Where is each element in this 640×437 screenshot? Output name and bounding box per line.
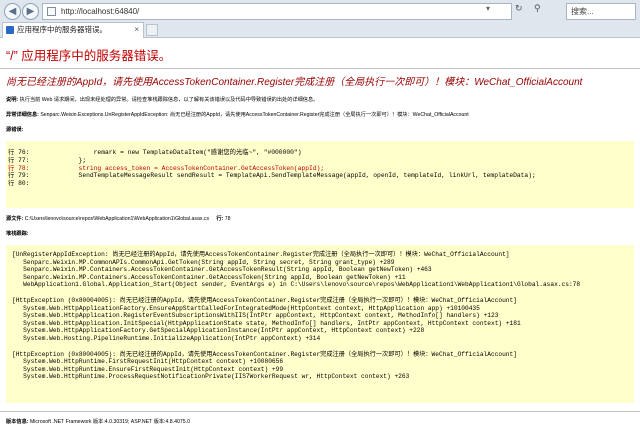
address-text: http://localhost:64840/ [61, 7, 140, 16]
search-placeholder: 搜索... [571, 7, 594, 16]
exception-label: 异常详细信息: [6, 112, 39, 118]
page-title: “/” 应用程序中的服务器错误。 [6, 49, 172, 63]
source-error-label: 源错误: [6, 127, 24, 133]
stack-line: [HttpException (0x80004005): 尚无已经注册的AppI… [12, 350, 517, 358]
stack-line: Senparc.Weixin.MP.Containers.AccessToken… [12, 266, 432, 274]
line-number: 78 [224, 216, 231, 222]
stack-line: System.Web.HttpApplication.InitSpecial(H… [12, 319, 521, 327]
exception-text: Senparc.Weixin.Exceptions.UnRegisterAppI… [40, 112, 469, 118]
stack-line: System.Web.HttpRuntime.EnsureFirstReques… [12, 365, 284, 373]
stack-line: System.Web.HttpRuntime.FirstRequestInit(… [12, 358, 284, 366]
exception-details: 异常详细信息: Senparc.Weixin.Exceptions.UnRegi… [6, 112, 634, 119]
stack-trace-block: [UnRegisterAppIdException: 尚无已经注册的AppId，… [6, 245, 634, 403]
browser-chrome: ◀ ▶ http://localhost:64840/ ▾ ↻ ⚲ 搜索... … [0, 0, 640, 38]
stack-gap [12, 343, 628, 351]
stack-line: Senparc.Weixin.MP.CommonAPIs.CommonApi.G… [12, 258, 395, 266]
forward-arrow-icon[interactable]: ▶ [22, 3, 39, 20]
version-label: 版本信息: [6, 419, 29, 425]
page-icon [47, 7, 56, 16]
new-tab-button[interactable] [146, 24, 158, 36]
back-arrow-icon[interactable]: ◀ [4, 3, 21, 20]
source-file-path: C:\Users\lenovo\source\repos\WebApplicat… [24, 216, 210, 222]
search-icon[interactable]: ⚲ [534, 4, 541, 14]
code-line: 行 79: SendTemplateMessageResult sendResu… [8, 172, 536, 180]
stack-line: System.Web.HttpApplication.RegisterEvent… [12, 312, 499, 320]
refresh-icon[interactable]: ↻ [515, 4, 523, 14]
stack-line: [HttpException (0x80004005): 尚无已经注册的AppI… [12, 296, 517, 304]
address-bar[interactable]: http://localhost:64840/ [42, 3, 512, 20]
title-divider [0, 68, 640, 69]
search-input[interactable]: 搜索... [566, 3, 636, 20]
source-file-info: 源文件: C:\Users\lenovo\source\repos\WebApp… [6, 216, 634, 223]
description-label: 说明: [6, 97, 19, 103]
page-content: “/” 应用程序中的服务器错误。 尚无已经注册的AppId，请先使用Access… [0, 39, 640, 426]
source-code-block: 行 76: remark = new TemplateDataItem("感谢您… [6, 141, 634, 208]
stack-line: [UnRegisterAppIdException: 尚无已经注册的AppId，… [12, 251, 510, 258]
stack-line: WebApplication1.Global.Application_Start… [12, 281, 581, 289]
stack-trace-section: 堆栈跟踪: [6, 231, 634, 238]
stack-gap [12, 289, 628, 297]
stack-line: Senparc.Weixin.MP.Containers.AccessToken… [12, 273, 406, 281]
stack-line: System.Web.HttpApplicationFactory.GetSpe… [12, 327, 425, 335]
code-line: 行 76: remark = new TemplateDataItem("感谢您… [8, 149, 302, 156]
line-label: 行: [216, 216, 224, 222]
address-dropdown-icon[interactable]: ▾ [486, 4, 490, 13]
version-info: 版本信息: Microsoft .NET Framework 版本:4.0.30… [6, 419, 634, 426]
stack-trace-label: 堆栈跟踪: [6, 231, 29, 237]
version-text: Microsoft .NET Framework 版本:4.0.30319; A… [29, 419, 190, 425]
tab-active[interactable]: 应用程序中的服务器错误。 × [2, 22, 144, 38]
stack-line: System.Web.Hosting.PipelineRuntime.Initi… [12, 334, 321, 342]
error-heading: 尚无已经注册的AppId，请先使用AccessTokenContainer.Re… [6, 77, 583, 88]
favicon-icon [6, 26, 14, 34]
close-icon[interactable]: × [134, 23, 139, 37]
source-file-label: 源文件: [6, 216, 24, 222]
code-line: 行 80: [8, 180, 30, 188]
source-error-section: 源错误: [6, 127, 634, 134]
tab-title: 应用程序中的服务器错误。 [17, 25, 107, 34]
stack-line: System.Web.HttpRuntime.ProcessRequestNot… [12, 373, 410, 381]
description: 说明: 执行当前 Web 请求期间，出现未经处理的异常。请检查堆栈跟踪信息，以了… [6, 97, 634, 104]
description-text: 执行当前 Web 请求期间，出现未经处理的异常。请检查堆栈跟踪信息，以了解有关该… [19, 97, 319, 103]
stack-line: System.Web.HttpApplicationFactory.Ensure… [12, 304, 480, 312]
footer-divider [0, 411, 640, 412]
code-line: 行 77: }; [8, 156, 87, 164]
